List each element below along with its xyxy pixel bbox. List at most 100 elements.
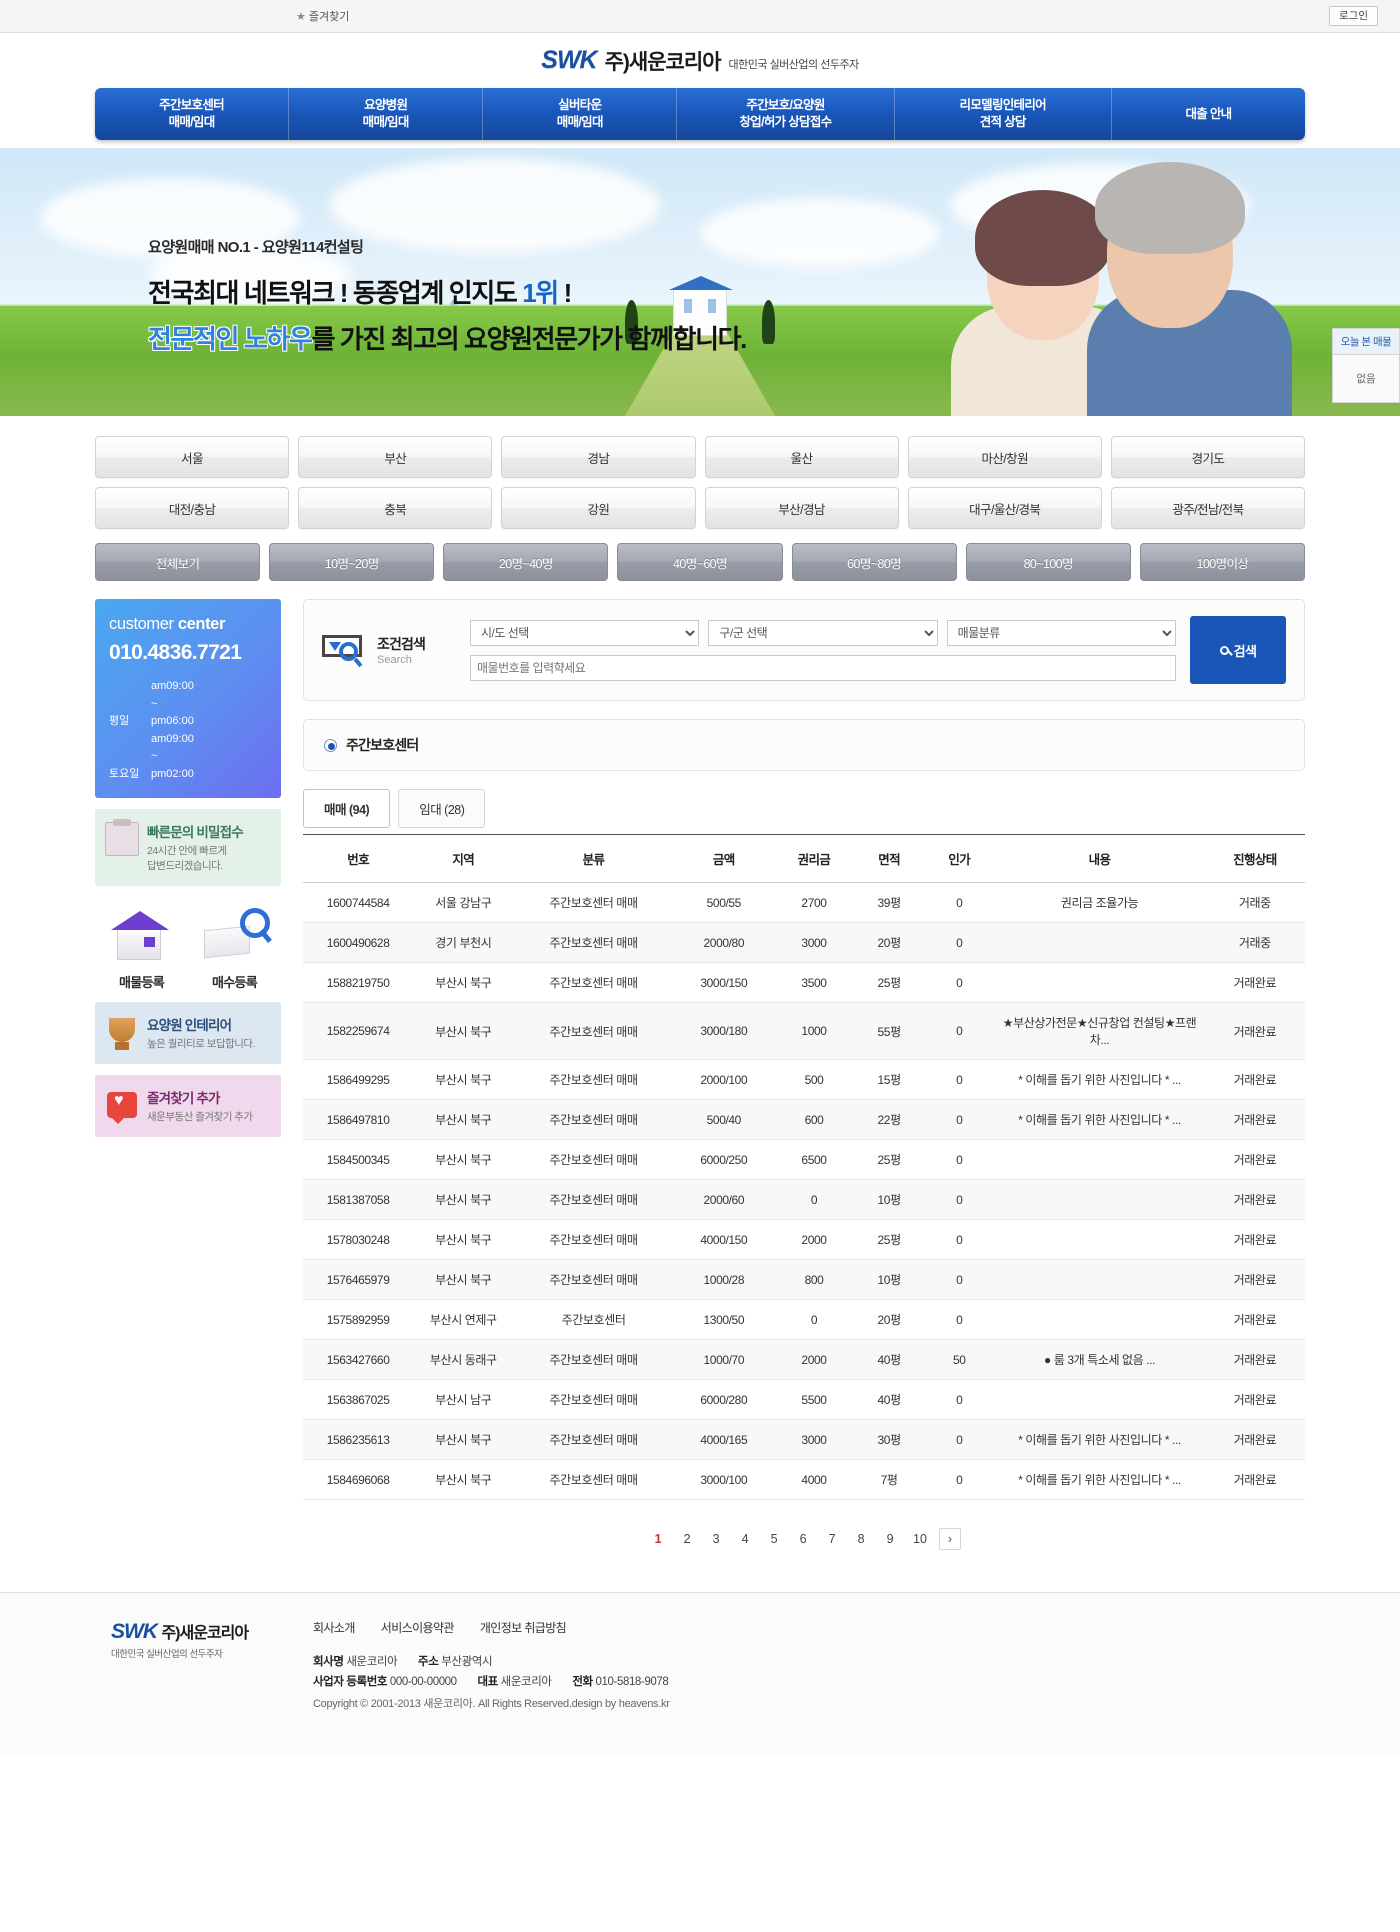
hero-headline-2-rest: 를 가진 최고의 요양원전문가가 함께합니다. xyxy=(311,324,747,354)
nav-item-daycare[interactable]: 주간보호센터 매매/임대 xyxy=(95,88,290,140)
property-number-input[interactable] xyxy=(470,654,1176,681)
region-button-ulsan[interactable]: 울산 xyxy=(704,436,899,478)
page-8[interactable]: 8 xyxy=(850,1528,872,1550)
page-6[interactable]: 6 xyxy=(792,1528,814,1550)
cell-size: 55평 xyxy=(854,1002,925,1060)
site-header: SWK 주)새운코리아 대한민국 실버산업의 선두주자 xyxy=(0,33,1400,88)
next-page-button[interactable]: › xyxy=(938,1528,961,1550)
capacity-button-all[interactable]: 전체보기 xyxy=(95,543,261,581)
capacity-button-10-20[interactable]: 10명~20명 xyxy=(269,543,435,581)
footer-link-privacy[interactable]: 개인정보 취급방침 xyxy=(480,1619,567,1636)
page-7[interactable]: 7 xyxy=(821,1528,843,1550)
book-search-icon xyxy=(198,902,272,968)
region-button-gwangju-jeonnam-jeonbuk[interactable]: 광주/전남/전북 xyxy=(1110,487,1305,529)
table-row[interactable]: 1575892959 부산시 연제구 주간보호센터 1300/50 0 20평 0 거래완료 xyxy=(303,1299,1305,1340)
table-row[interactable]: 1586235613 부산시 북구 주간보호센터 매매 4000/165 3000 30평… xyxy=(303,1419,1305,1460)
register-property-button[interactable]: 매물등록 xyxy=(105,902,179,991)
region-button-seoul[interactable]: 서울 xyxy=(95,436,290,478)
tree-icon xyxy=(762,300,775,344)
cell-number: 1563867025 xyxy=(303,1379,414,1420)
banner-title: 즐겨찾기 추가 xyxy=(147,1091,220,1107)
person-head xyxy=(975,190,1111,340)
cell-price: 1300/50 xyxy=(673,1299,774,1340)
table-row[interactable]: 1584500345 부산시 북구 주간보호센터 매매 6000/250 6500 25평… xyxy=(303,1139,1305,1180)
table-row[interactable]: 1584696068 부산시 북구 주간보호센터 매매 3000/100 4000 7평 0… xyxy=(303,1459,1305,1500)
favorite-link[interactable]: ★ 즐겨찾기 xyxy=(296,8,349,24)
capacity-button-80-100[interactable]: 80~100명 xyxy=(965,543,1131,581)
nav-label-line1: 대출 안내 xyxy=(1185,106,1232,121)
nav-item-silvertown[interactable]: 실버타운 매매/임대 xyxy=(483,88,678,140)
capacity-button-40-60[interactable]: 40명~60명 xyxy=(617,543,783,581)
banner-quick-inquiry[interactable]: 빠른문의 비밀접수 24시간 안에 빠르게 답변드리겠습니다. xyxy=(95,808,281,886)
cell-area: 부산시 연제구 xyxy=(413,1299,514,1340)
table-row[interactable]: 1581387058 부산시 북구 주간보호센터 매매 2000/60 0 10평 0 거래완… xyxy=(303,1179,1305,1220)
cell-keymoney: 6500 xyxy=(773,1139,855,1180)
gugun-select[interactable]: 구/군 선택 xyxy=(708,619,938,646)
table-row[interactable]: 1563867025 부산시 남구 주간보호센터 매매 6000/280 5500 40평… xyxy=(303,1379,1305,1420)
logo-mark[interactable]: SWK xyxy=(541,46,597,75)
table-row[interactable]: 1563427660 부산시 동래구 주간보호센터 매매 1000/70 2000 40평… xyxy=(303,1339,1305,1380)
search-button[interactable]: 검색 xyxy=(1190,616,1286,684)
footer-link-about[interactable]: 회사소개 xyxy=(313,1619,355,1636)
banner-desc: 높은 퀄리티로 보답합니다. xyxy=(147,1038,256,1050)
page-3[interactable]: 3 xyxy=(705,1528,727,1550)
page-1[interactable]: 1 xyxy=(647,1528,669,1550)
register-buyer-button[interactable]: 매수등록 xyxy=(198,902,272,991)
table-row[interactable]: 1578030248 부산시 북구 주간보호센터 매매 4000/150 2000 25평… xyxy=(303,1219,1305,1260)
cell-kind: 주간보호센터 매매 xyxy=(513,1002,674,1060)
region-button-daegu-ulsan-gyeongbuk[interactable]: 대구/울산/경북 xyxy=(907,487,1102,529)
region-button-daejeon-chungnam[interactable]: 대전/충남 xyxy=(95,487,290,529)
cell-kind: 주간보호센터 매매 xyxy=(513,1379,674,1420)
cell-certification: 0 xyxy=(924,1259,995,1300)
hero-banner: 요양원매매 NO.1 - 요양원114컨설팅 전국최대 네트워크 ! 동종업계 … xyxy=(0,148,1400,416)
capacity-button-100-plus[interactable]: 100명이상 xyxy=(1139,543,1305,581)
sido-select[interactable]: 시/도 선택 xyxy=(470,619,700,646)
table-row[interactable]: 1600490628 경기 부천시 주간보호센터 매매 2000/80 3000 20평 0… xyxy=(303,922,1305,963)
login-button[interactable]: 로그인 xyxy=(1329,5,1378,27)
capacity-button-60-80[interactable]: 60명~80명 xyxy=(791,543,957,581)
cell-description xyxy=(994,1259,1205,1300)
table-row[interactable]: 1582259674 부산시 북구 주간보호센터 매매 3000/180 1000 55평… xyxy=(303,1002,1305,1060)
page-content: 서울 부산 경남 울산 마산/창원 경기도 대전/충남 충북 강원 부산/경남 … xyxy=(95,416,1305,1574)
region-button-busan[interactable]: 부산 xyxy=(298,436,493,478)
tab-rent[interactable]: 임대 (28) xyxy=(398,789,486,828)
region-button-gyeongnam[interactable]: 경남 xyxy=(501,436,696,478)
table-row[interactable]: 1600744584 서울 강남구 주간보호센터 매매 500/55 2700 39평 0 권… xyxy=(303,882,1305,923)
th-keymoney: 권리금 xyxy=(773,834,855,883)
banner-add-favorite[interactable]: 즐겨찾기 추가 새운부동산 즐겨찾기 추가 xyxy=(95,1075,281,1138)
page-2[interactable]: 2 xyxy=(676,1528,698,1550)
region-button-gyeonggi[interactable]: 경기도 xyxy=(1110,436,1305,478)
nav-item-nursing-hospital[interactable]: 요양병원 매매/임대 xyxy=(289,88,484,140)
nav-item-startup-consult[interactable]: 주간보호/요양원 창업/허가 상담접수 xyxy=(677,88,895,140)
nav-item-remodeling[interactable]: 리모델링인테리어 견적 상담 xyxy=(895,88,1112,140)
page-4[interactable]: 4 xyxy=(734,1528,756,1550)
region-button-busan-gyeongnam[interactable]: 부산/경남 xyxy=(704,487,899,529)
table-row[interactable]: 1586499295 부산시 북구 주간보호센터 매매 2000/100 500 15평 0… xyxy=(303,1059,1305,1100)
property-type-select[interactable]: 매물분류 xyxy=(946,619,1176,646)
tab-sale[interactable]: 매매 (94) xyxy=(303,789,391,828)
page-5[interactable]: 5 xyxy=(763,1528,785,1550)
region-button-gangwon[interactable]: 강원 xyxy=(501,487,696,529)
cell-kind: 주간보호센터 매매 xyxy=(513,1099,674,1140)
cell-size: 20평 xyxy=(854,922,925,963)
region-button-masan-changwon[interactable]: 마산/창원 xyxy=(907,436,1102,478)
cell-size: 25평 xyxy=(854,1219,925,1260)
cell-status: 거래완료 xyxy=(1204,1459,1305,1500)
region-button-chungbuk[interactable]: 충북 xyxy=(298,487,493,529)
radio-selected-icon[interactable] xyxy=(324,738,337,752)
table-row[interactable]: 1586497810 부산시 북구 주간보호센터 매매 500/40 600 22평 0 * … xyxy=(303,1099,1305,1140)
cell-description: 권리금 조율가능 xyxy=(994,882,1205,923)
logo-company-name[interactable]: 주)새운코리아 xyxy=(605,46,722,76)
footer-link-terms[interactable]: 서비스이용약관 xyxy=(381,1619,455,1636)
banner-interior[interactable]: 요양원 인테리어 높은 퀄리티로 보답합니다. xyxy=(95,1002,281,1065)
cell-price: 6000/250 xyxy=(673,1139,774,1180)
couple-photo xyxy=(947,162,1292,416)
table-row[interactable]: 1576465979 부산시 북구 주간보호센터 매매 1000/28 800 10평 0 거… xyxy=(303,1259,1305,1300)
table-row[interactable]: 1588219750 부산시 북구 주간보호센터 매매 3000/150 3500 25평… xyxy=(303,962,1305,1003)
page-9[interactable]: 9 xyxy=(879,1528,901,1550)
favorite-label: 즐겨찾기 xyxy=(308,11,350,23)
category-bar[interactable]: 주간보호센터 xyxy=(303,719,1305,771)
nav-item-loan-guide[interactable]: 대출 안내 xyxy=(1112,88,1305,140)
page-10[interactable]: 10 xyxy=(908,1528,932,1550)
capacity-button-20-40[interactable]: 20명~40명 xyxy=(443,543,609,581)
